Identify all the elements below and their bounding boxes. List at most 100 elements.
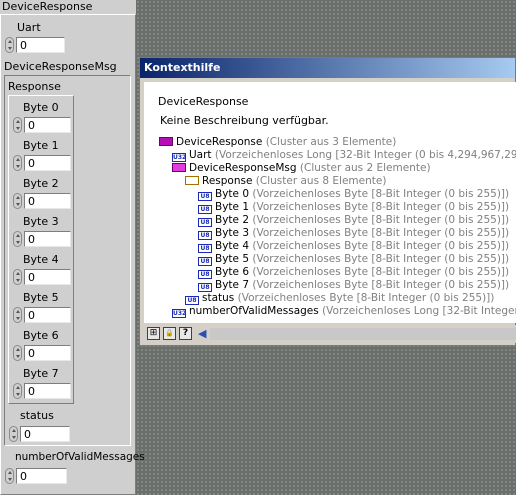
context-help-content: DeviceResponse Keine Beschreibung verfüg… xyxy=(144,82,516,323)
byte-3-label: Byte 3 xyxy=(23,215,59,228)
byte-3-increment-decrement[interactable] xyxy=(13,231,22,247)
byte-2-label: Byte 2 xyxy=(23,177,59,190)
status-control[interactable]: 0 xyxy=(9,426,70,442)
tree-item-info: (Vorzeichenloses Byte [8-Bit Integer (0 … xyxy=(252,240,510,252)
tree-item-name: Byte 7 xyxy=(215,279,250,291)
tree-row-device-response-msg: DeviceResponseMsg (Cluster aus 2 Element… xyxy=(172,162,431,174)
byte-6-control[interactable]: 0 xyxy=(13,345,73,361)
byte-1-increment-decrement[interactable] xyxy=(13,155,22,171)
tree-item-info: (Vorzeichenloses Byte [8-Bit Integer (0 … xyxy=(252,253,510,265)
byte-7-control[interactable]: 0 xyxy=(13,383,73,399)
byte-4-value[interactable]: 0 xyxy=(24,269,71,285)
show-optional-terminals-icon[interactable]: ⊞ xyxy=(147,327,160,340)
tree-row-status: U8 status (Vorzeichenloses Byte [8-Bit In… xyxy=(185,292,494,305)
number-of-valid-messages-value[interactable]: 0 xyxy=(16,468,67,484)
context-help-title[interactable]: Kontexthilfe xyxy=(140,58,515,78)
byte-6-label: Byte 6 xyxy=(23,329,59,342)
byte-1-control[interactable]: 0 xyxy=(13,155,73,171)
help-icon[interactable]: ? xyxy=(179,327,192,340)
u8-type-icon: U8 xyxy=(198,192,212,201)
byte-7-increment-decrement[interactable] xyxy=(13,383,22,399)
tree-item-info: (Vorzeichenloses Byte [8-Bit Integer (0 … xyxy=(252,279,510,291)
byte-6-value[interactable]: 0 xyxy=(24,345,71,361)
byte-2-value[interactable]: 0 xyxy=(24,193,71,209)
byte-6-increment-decrement[interactable] xyxy=(13,345,22,361)
tree-item-info: (Vorzeichenloses Byte [8-Bit Integer (0 … xyxy=(252,201,510,213)
tree-item-info: (Cluster aus 3 Elemente) xyxy=(265,136,397,148)
tree-item-name: DeviceResponseMsg xyxy=(189,162,297,174)
status-increment-decrement[interactable] xyxy=(9,426,18,442)
tree-item-name: Byte 2 xyxy=(215,214,250,226)
tree-item-info: (Vorzeichenloses Long [32-Bit Integer (0… xyxy=(322,305,516,317)
uart-increment-decrement[interactable] xyxy=(5,37,14,53)
byte-4-control[interactable]: 0 xyxy=(13,269,73,285)
device-response-label: DeviceResponse xyxy=(0,0,136,14)
byte-5-value[interactable]: 0 xyxy=(24,307,71,323)
tree-row-device-response: DeviceResponse (Cluster aus 3 Elemente) xyxy=(159,136,396,148)
tree-item-name: Byte 6 xyxy=(215,266,250,278)
device-response-msg-label: DeviceResponseMsg xyxy=(4,60,117,73)
byte-2-control[interactable]: 0 xyxy=(13,193,73,209)
tree-row-byte-3: U8 Byte 3 (Vorzeichenloses Byte [8-Bit In… xyxy=(198,227,509,240)
byte-5-control[interactable]: 0 xyxy=(13,307,73,323)
status-label: status xyxy=(20,409,54,422)
u8-type-icon: U8 xyxy=(198,231,212,240)
tree-item-info: (Vorzeichenloses Byte [8-Bit Integer (0 … xyxy=(237,292,495,304)
byte-7-label: Byte 7 xyxy=(23,367,59,380)
u32-type-icon: U32 xyxy=(172,309,187,318)
tree-item-info: (Vorzeichenloses Byte [8-Bit Integer (0 … xyxy=(252,188,510,200)
byte-4-label: Byte 4 xyxy=(23,253,59,266)
tree-item-name: Byte 4 xyxy=(215,240,250,252)
cluster-array-icon xyxy=(185,176,199,185)
tree-row-uart: U32 Uart (Vorzeichenloses Long [32-Bit In… xyxy=(172,149,516,162)
tree-item-info: (Cluster aus 2 Elemente) xyxy=(299,162,431,174)
tree-item-info: (Vorzeichenloses Byte [8-Bit Integer (0 … xyxy=(252,227,510,239)
tree-item-info: (Vorzeichenloses Byte [8-Bit Integer (0 … xyxy=(252,266,510,278)
number-of-valid-messages-control[interactable]: 0 xyxy=(5,468,67,484)
lock-icon[interactable]: 🔒 xyxy=(163,327,176,340)
tree-row-response: Response (Cluster aus 8 Elemente) xyxy=(185,175,386,187)
status-value[interactable]: 0 xyxy=(20,426,70,442)
tree-item-name: Byte 3 xyxy=(215,227,250,239)
byte-3-control[interactable]: 0 xyxy=(13,231,73,247)
byte-2-increment-decrement[interactable] xyxy=(13,193,22,209)
scroll-left-icon[interactable]: ◀ xyxy=(198,327,208,340)
help-description: Keine Beschreibung verfügbar. xyxy=(160,114,329,127)
u8-type-icon: U8 xyxy=(198,244,212,253)
horizontal-scrollbar[interactable] xyxy=(210,328,516,340)
tree-item-info: (Cluster aus 8 Elemente) xyxy=(255,175,387,187)
byte-0-value[interactable]: 0 xyxy=(24,117,71,133)
u8-type-icon: U8 xyxy=(198,257,212,266)
uart-value[interactable]: 0 xyxy=(16,37,65,53)
number-of-valid-messages-increment-decrement[interactable] xyxy=(5,468,14,484)
tree-row-byte-0: U8 Byte 0 (Vorzeichenloses Byte [8-Bit In… xyxy=(198,188,509,201)
context-help-window[interactable]: Kontexthilfe DeviceResponse Keine Beschr… xyxy=(139,57,516,346)
byte-3-value[interactable]: 0 xyxy=(24,231,71,247)
tree-row-byte-5: U8 Byte 5 (Vorzeichenloses Byte [8-Bit In… xyxy=(198,253,509,266)
uart-label: Uart xyxy=(17,21,41,34)
tree-row-number-of-valid-messages: U32 numberOfValidMessages (Vorzeichenlose… xyxy=(172,305,516,318)
byte-7-value[interactable]: 0 xyxy=(24,383,71,399)
tree-row-byte-7: U8 Byte 7 (Vorzeichenloses Byte [8-Bit In… xyxy=(198,279,509,292)
byte-0-label: Byte 0 xyxy=(23,101,59,114)
byte-5-increment-decrement[interactable] xyxy=(13,307,22,323)
u8-type-icon: U8 xyxy=(198,270,212,279)
tree-item-name: Byte 1 xyxy=(215,201,250,213)
u8-type-icon: U8 xyxy=(198,218,212,227)
byte-1-value[interactable]: 0 xyxy=(24,155,71,171)
byte-0-increment-decrement[interactable] xyxy=(13,117,22,133)
u32-type-icon: U32 xyxy=(172,153,187,162)
byte-0-control[interactable]: 0 xyxy=(13,117,73,133)
byte-1-label: Byte 1 xyxy=(23,139,59,152)
byte-4-increment-decrement[interactable] xyxy=(13,269,22,285)
tree-item-name: Byte 5 xyxy=(215,253,250,265)
u8-type-icon: U8 xyxy=(185,296,199,305)
cluster-icon xyxy=(159,137,173,146)
response-label: Response xyxy=(8,80,61,93)
cluster-icon xyxy=(172,163,186,172)
tree-item-info: (Vorzeichenloses Long [32-Bit Integer (0… xyxy=(214,149,516,161)
u8-type-icon: U8 xyxy=(198,283,212,292)
uart-control[interactable]: 0 xyxy=(5,37,65,53)
tree-item-name: Uart xyxy=(189,149,212,161)
u8-type-icon: U8 xyxy=(198,205,212,214)
